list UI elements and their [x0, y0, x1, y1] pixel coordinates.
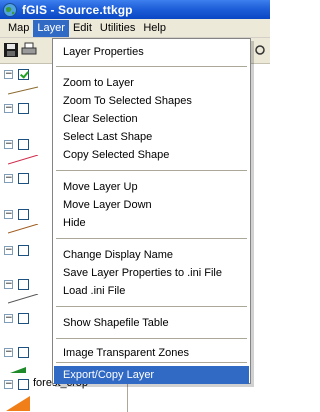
layer-visibility-checkbox[interactable] [18, 173, 29, 184]
collapse-toggle[interactable]: − [4, 246, 13, 255]
menu-separator [56, 306, 247, 307]
menu-utilities[interactable]: Utilities [96, 20, 139, 37]
globe-icon [2, 2, 18, 18]
menu-separator [56, 170, 247, 171]
layer-visibility-checkbox[interactable] [18, 103, 29, 114]
line-symbol-icon [8, 86, 39, 95]
menu-layer[interactable]: Layer [33, 19, 69, 37]
menu-bar: Map Layer Edit Utilities Help [0, 19, 270, 38]
layer-visibility-checkbox[interactable] [18, 313, 29, 324]
menu-separator [56, 66, 247, 67]
menu-map[interactable]: Map [4, 20, 33, 37]
line-symbol-icon [8, 294, 39, 304]
collapse-toggle[interactable]: − [4, 314, 13, 323]
menu-item-move-layer-up[interactable]: Move Layer Up [54, 178, 249, 196]
print-icon[interactable] [21, 42, 37, 58]
menu-item-change-display-name[interactable]: Change Display Name [54, 246, 249, 264]
polygon-symbol-icon [6, 396, 30, 411]
menu-separator [56, 238, 247, 239]
collapse-toggle[interactable]: − [4, 140, 13, 149]
collapse-toggle[interactable]: − [4, 70, 13, 79]
collapse-toggle[interactable]: − [4, 210, 13, 219]
collapse-toggle[interactable]: − [4, 174, 13, 183]
layer-visibility-checkbox[interactable] [18, 139, 29, 150]
collapse-toggle[interactable]: − [4, 380, 13, 389]
menu-item-load-ini-file[interactable]: Load .ini File [54, 282, 249, 300]
menu-item-hide[interactable]: Hide [54, 214, 249, 232]
layer-visibility-checkbox[interactable] [18, 347, 29, 358]
title-bar[interactable]: fGIS - Source.ttkgp [0, 0, 270, 19]
line-symbol-icon [8, 155, 39, 165]
menu-separator [56, 338, 247, 339]
menu-item-zoom-to-layer[interactable]: Zoom to Layer [54, 74, 249, 92]
collapse-toggle[interactable]: − [4, 280, 13, 289]
layer-visibility-checkbox[interactable] [18, 379, 29, 390]
layer-visibility-checkbox[interactable] [18, 69, 29, 80]
menu-item-layer-properties[interactable]: Layer Properties [54, 43, 249, 61]
menu-separator [56, 362, 247, 363]
layer-visibility-checkbox[interactable] [18, 279, 29, 290]
menu-item-move-layer-down[interactable]: Move Layer Down [54, 196, 249, 214]
polygon-symbol-icon [10, 367, 26, 373]
layer-visibility-checkbox[interactable] [18, 209, 29, 220]
menu-item-save-layer-properties[interactable]: Save Layer Properties to .ini File [54, 264, 249, 282]
menu-edit[interactable]: Edit [69, 20, 96, 37]
layer-visibility-checkbox[interactable] [18, 245, 29, 256]
save-icon[interactable] [3, 42, 19, 58]
line-symbol-icon [8, 224, 39, 234]
zoom-icon[interactable] [254, 42, 270, 58]
collapse-toggle[interactable]: − [4, 348, 13, 357]
collapse-toggle[interactable]: − [4, 104, 13, 113]
menu-item-copy-selected-shape[interactable]: Copy Selected Shape [54, 146, 249, 164]
menu-item-export-copy-layer[interactable]: Export/Copy Layer [54, 366, 249, 384]
menu-item-show-shapefile-table[interactable]: Show Shapefile Table [54, 314, 249, 332]
menu-item-image-transparent-zones[interactable]: Image Transparent Zones [54, 344, 249, 362]
menu-item-clear-selection[interactable]: Clear Selection [54, 110, 249, 128]
menu-item-select-last-shape[interactable]: Select Last Shape [54, 128, 249, 146]
window-title: fGIS - Source.ttkgp [22, 2, 133, 17]
menu-item-zoom-to-selected[interactable]: Zoom To Selected Shapes [54, 92, 249, 110]
menu-help[interactable]: Help [139, 20, 170, 37]
layer-dropdown-menu: Layer Properties Zoom to Layer Zoom To S… [52, 38, 251, 384]
